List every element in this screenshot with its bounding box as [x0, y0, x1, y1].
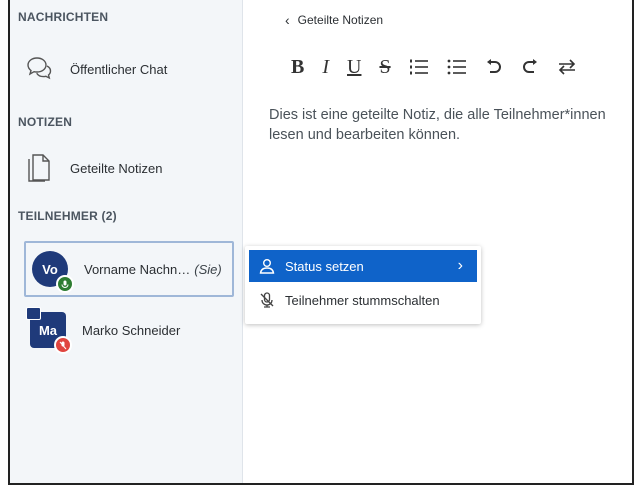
mute-participant-label: Teilnehmer stummschalten	[285, 292, 440, 308]
strikethrough-button[interactable]: S	[379, 54, 390, 80]
participants-section-title: TEILNEHMER (2)	[18, 209, 117, 223]
messages-section-title: NACHRICHTEN	[18, 10, 109, 24]
undo-button[interactable]	[485, 54, 503, 80]
redo-icon	[522, 59, 537, 73]
mute-participant-menu-item[interactable]: Teilnehmer stummschalten	[249, 284, 477, 316]
user-icon	[255, 258, 279, 274]
sidebar-item-shared-notes[interactable]: Geteilte Notizen	[16, 146, 238, 190]
avatar: Ma	[26, 307, 72, 354]
chat-bubbles-icon	[24, 54, 54, 84]
bold-button[interactable]: B	[291, 54, 304, 80]
participant-marko[interactable]: Ma Marko Schneider	[24, 302, 244, 358]
redo-button[interactable]	[521, 54, 539, 80]
avatar-initials: Ma	[38, 322, 58, 338]
set-status-menu-item[interactable]: Status setzen ›	[249, 250, 477, 282]
self-indicator: (Sie)	[194, 261, 222, 277]
underline-button[interactable]: U	[347, 54, 361, 80]
notes-section-title: NOTIZEN	[18, 115, 73, 129]
presenter-screen-icon	[26, 307, 41, 320]
bullet-list-button[interactable]	[447, 54, 467, 80]
ordered-list-icon	[409, 59, 428, 75]
sidebar: NACHRICHTEN Öffentlicher Chat NOTIZEN Ge…	[10, 0, 243, 483]
shared-notes-panel: ‹ Geteilte Notizen B I U S Dies ist eine…	[243, 0, 632, 483]
participant-self[interactable]: Vo Vorname Nachn… (Sie)	[24, 241, 234, 297]
public-chat-label: Öffentlicher Chat	[70, 61, 168, 77]
participant-context-menu: Status setzen › Teilnehmer stummschalten	[245, 246, 481, 324]
chevron-left-icon: ‹	[285, 12, 290, 28]
avatar-initials: Vo	[42, 261, 58, 277]
ordered-list-button[interactable]	[409, 54, 429, 80]
avatar: Vo	[32, 251, 74, 293]
mic-icon	[56, 275, 74, 293]
participant-name: Marko Schneider	[82, 322, 181, 338]
set-status-label: Status setzen	[285, 258, 364, 274]
italic-button[interactable]: I	[322, 54, 329, 80]
sidebar-item-public-chat[interactable]: Öffentlicher Chat	[16, 47, 238, 91]
chevron-right-icon: ›	[457, 257, 463, 274]
panel-title: Geteilte Notizen	[297, 13, 384, 27]
back-button[interactable]: ‹ Geteilte Notizen	[285, 12, 383, 28]
undo-icon	[486, 59, 501, 73]
document-icon	[24, 153, 54, 183]
editor-toolbar: B I U S	[291, 54, 595, 80]
swap-direction-button[interactable]	[557, 54, 577, 80]
participant-name-text: Vorname Nachn…	[84, 261, 191, 277]
swap-arrows-icon	[558, 59, 575, 75]
note-editor[interactable]: Dies ist eine geteilte Notiz, die alle T…	[269, 105, 629, 145]
mute-mic-icon	[255, 292, 279, 308]
muted-mic-icon	[54, 336, 72, 354]
shared-notes-label: Geteilte Notizen	[70, 160, 163, 176]
app-window: NACHRICHTEN Öffentlicher Chat NOTIZEN Ge…	[8, 0, 634, 485]
participant-name: Vorname Nachn… (Sie)	[84, 262, 222, 277]
bullet-list-icon	[447, 59, 466, 75]
